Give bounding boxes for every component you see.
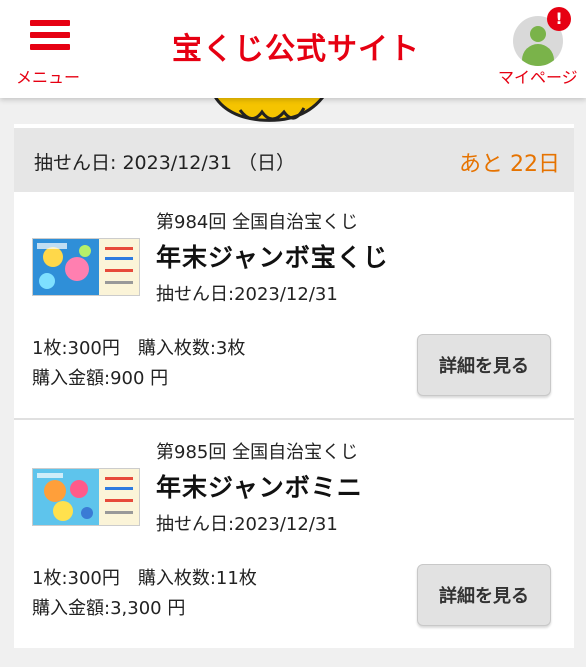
mypage-label: マイページ: [498, 68, 578, 87]
lottery-item: 第984回 全国自治宝くじ 年末ジャンボ宝くじ 抽せん日:2023/12/31 …: [14, 192, 574, 418]
app-header: メニュー 宝くじ公式サイト ! マイページ: [0, 0, 586, 98]
lottery-draw-date: 抽せん日:2023/12/31: [156, 284, 338, 305]
days-remaining: あと 22日: [459, 152, 560, 177]
menu-label: メニュー: [16, 68, 81, 87]
menu-button[interactable]: メニュー: [12, 12, 88, 88]
divider: [14, 418, 574, 420]
mypage-button[interactable]: ! マイページ: [496, 7, 582, 92]
draw-date: 抽せん日: 2023/12/31 （日）: [34, 152, 295, 174]
view-details-button[interactable]: 詳細を見る: [417, 564, 551, 626]
hamburger-icon: [30, 20, 70, 56]
notification-badge: !: [547, 7, 571, 31]
draw-card: 抽せん日: 2023/12/31 （日） あと 22日 第984回 全国自治宝く…: [14, 124, 574, 648]
lottery-round: 第984回 全国自治宝くじ: [156, 212, 359, 233]
price-and-quantity: 1枚:300円 購入枚数:11枚: [32, 568, 257, 589]
lottery-round: 第985回 全国自治宝くじ: [156, 442, 359, 463]
purchase-total: 購入金額:900 円: [32, 368, 169, 389]
view-details-button[interactable]: 詳細を見る: [417, 334, 551, 396]
lottery-ticket-image: [32, 468, 140, 526]
lottery-draw-date: 抽せん日:2023/12/31: [156, 514, 338, 535]
draw-card-header: 抽せん日: 2023/12/31 （日） あと 22日: [14, 128, 574, 192]
lottery-name: 年末ジャンボ宝くじ: [156, 243, 389, 272]
purchase-total: 購入金額:3,300 円: [32, 598, 186, 619]
lottery-ticket-image: [32, 238, 140, 296]
price-and-quantity: 1枚:300円 購入枚数:3枚: [32, 338, 246, 359]
lottery-name: 年末ジャンボミニ: [156, 473, 363, 502]
lottery-item: 第985回 全国自治宝くじ 年末ジャンボミニ 抽せん日:2023/12/31 1…: [14, 422, 574, 648]
site-title[interactable]: 宝くじ公式サイト: [172, 24, 419, 68]
